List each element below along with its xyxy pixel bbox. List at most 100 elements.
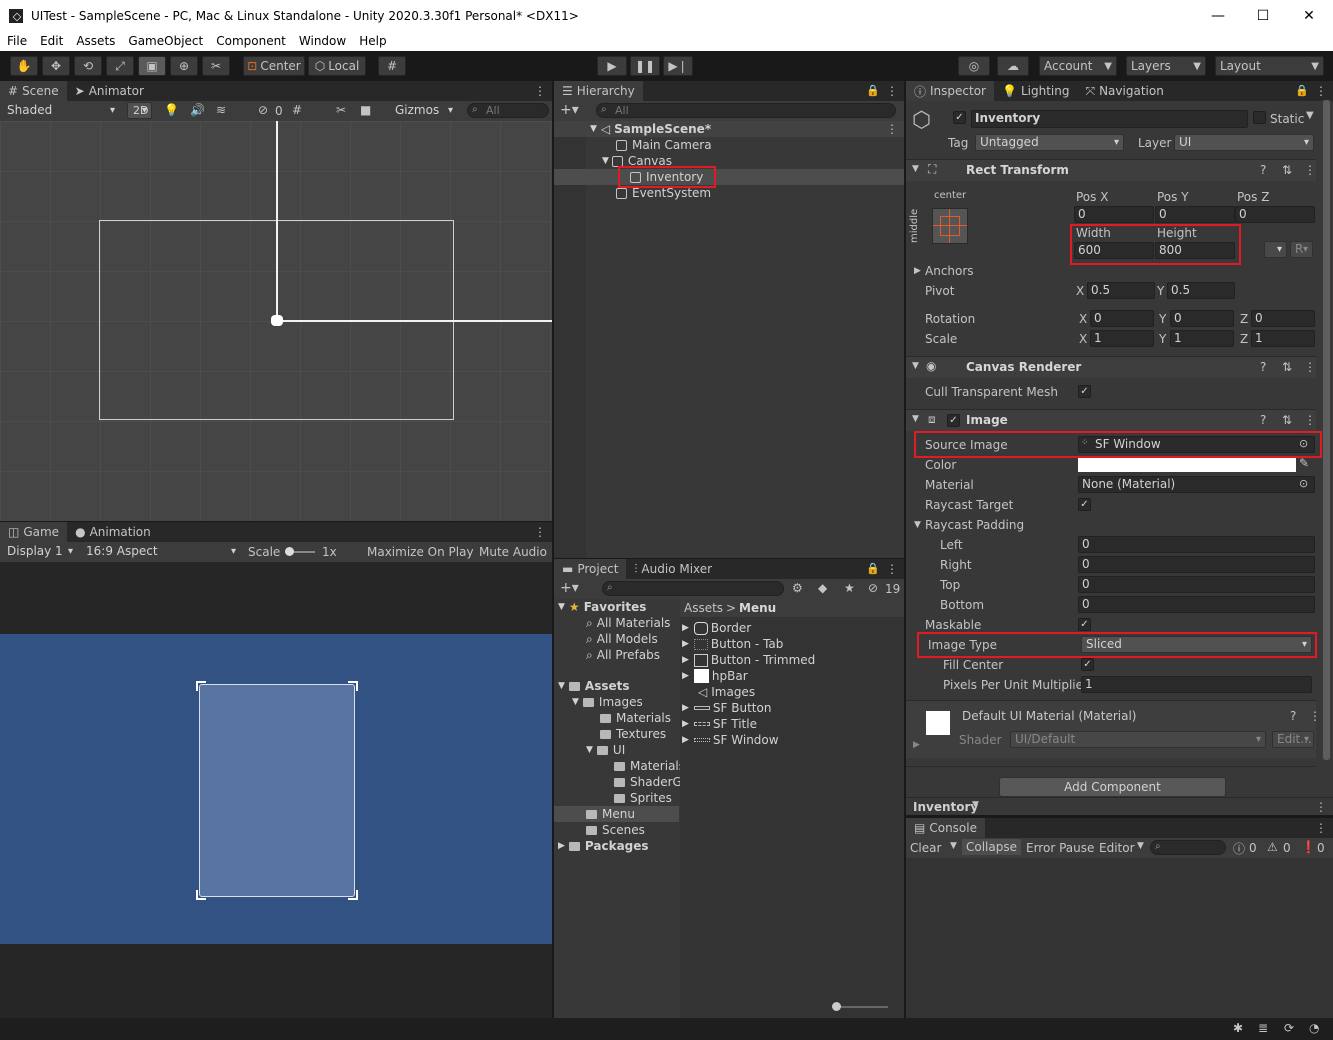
- pivot-y-field[interactable]: 0.5: [1167, 282, 1235, 299]
- layout-dropdown[interactable]: Layout ▼: [1215, 56, 1324, 76]
- custom-tool-icon[interactable]: ✂: [202, 56, 230, 76]
- hierarchy-item-main-camera[interactable]: Main Camera: [616, 137, 712, 153]
- hierarchy-search-input[interactable]: All: [596, 103, 896, 118]
- fav-all-prefabs[interactable]: ⌕ All Prefabs: [586, 647, 660, 663]
- inventory-gizmo[interactable]: [271, 315, 283, 326]
- tab-hierarchy[interactable]: ☰ Hierarchy: [554, 81, 643, 101]
- material-field[interactable]: None (Material): [1078, 476, 1315, 493]
- help-icon[interactable]: ?: [1260, 360, 1266, 374]
- file-sf-title[interactable]: ▶ SF Title: [682, 716, 757, 732]
- scale-z-field[interactable]: 1: [1251, 330, 1315, 347]
- more-options-icon[interactable]: ⋮: [534, 525, 546, 539]
- hidden-objects-icon[interactable]: ⊘: [258, 103, 268, 117]
- lock-icon[interactable]: 🔒: [866, 562, 880, 575]
- anchors-label[interactable]: Anchors: [925, 264, 974, 278]
- audio-toggle-icon[interactable]: 🔊: [190, 103, 205, 117]
- grid-toggle-icon[interactable]: #: [292, 103, 302, 117]
- eyedropper-icon[interactable]: ✎: [1299, 456, 1309, 470]
- tab-animation[interactable]: ● Animation: [67, 522, 159, 542]
- posx-field[interactable]: 0: [1074, 206, 1154, 223]
- file-images[interactable]: ◁ Images: [698, 684, 755, 700]
- scale-x-field[interactable]: 1: [1090, 330, 1154, 347]
- padding-left-field[interactable]: 0: [1078, 536, 1315, 553]
- anchor-preset-button[interactable]: [932, 208, 968, 244]
- aspect-dropdown[interactable]: 16:9 Aspect: [81, 543, 241, 560]
- more-options-icon[interactable]: ⋮: [1315, 821, 1327, 835]
- padding-top-field[interactable]: 0: [1078, 576, 1315, 593]
- rect-tool-icon[interactable]: ▣: [138, 56, 166, 76]
- favorites-node[interactable]: ▼ ★ Favorites: [558, 599, 646, 615]
- scene-viewport[interactable]: [0, 121, 552, 521]
- console-clear-button[interactable]: Clear: [910, 841, 941, 855]
- component-menu-icon[interactable]: ⋮: [1304, 163, 1316, 177]
- icon-size-slider-thumb[interactable]: [832, 1002, 841, 1011]
- static-label[interactable]: Static: [1270, 112, 1304, 126]
- scene-root[interactable]: ▼ ◁ SampleScene*: [590, 121, 711, 137]
- tab-console[interactable]: ▤ Console: [906, 818, 985, 838]
- scene-search-input[interactable]: All: [467, 103, 549, 118]
- console-error-pause-button[interactable]: Error Pause: [1026, 841, 1094, 855]
- progress-icon[interactable]: ◔: [1309, 1021, 1319, 1035]
- transform-tool-icon[interactable]: ⊕: [170, 56, 198, 76]
- game-viewport[interactable]: [0, 634, 552, 944]
- folder-materials[interactable]: Materials: [600, 710, 671, 726]
- pivot-x-field[interactable]: 0.5: [1087, 282, 1155, 299]
- file-hpbar[interactable]: ▶ hpBar: [682, 668, 748, 684]
- raw-edit-button[interactable]: R: [1290, 241, 1313, 258]
- hierarchy-item-eventsystem[interactable]: EventSystem: [616, 185, 711, 201]
- menu-assets[interactable]: Assets: [69, 34, 121, 48]
- scale-slider-thumb[interactable]: [285, 547, 294, 556]
- menu-gameobject[interactable]: GameObject: [121, 34, 209, 48]
- menu-window[interactable]: Window: [292, 34, 352, 48]
- maximize-on-play-toggle[interactable]: Maximize On Play: [367, 545, 474, 559]
- help-icon[interactable]: ?: [1260, 413, 1266, 427]
- file-sf-window[interactable]: ▶ SF Window: [682, 732, 779, 748]
- more-options-icon[interactable]: ⋮: [534, 84, 546, 98]
- hidden-packages-icon[interactable]: ⊘: [868, 581, 878, 595]
- expand-arrow-icon[interactable]: ▶: [913, 740, 920, 750]
- info-count-icon[interactable]: ⓘ: [1233, 840, 1245, 857]
- color-swatch[interactable]: [1078, 458, 1296, 472]
- play-button[interactable]: ▶: [597, 56, 627, 76]
- menu-help[interactable]: Help: [352, 34, 392, 48]
- bug-icon[interactable]: ✱: [1233, 1021, 1243, 1035]
- raycast-padding-label[interactable]: Raycast Padding: [925, 518, 1024, 532]
- tag-dropdown[interactable]: Untagged: [975, 134, 1124, 151]
- step-button[interactable]: ▶❘: [663, 56, 693, 76]
- chevron-down-icon[interactable]: ▼: [950, 841, 957, 851]
- selected-row[interactable]: [554, 169, 904, 185]
- console-editor-dropdown[interactable]: Editor: [1099, 841, 1135, 855]
- component-menu-icon[interactable]: ⋮: [1309, 709, 1321, 723]
- shader-edit-button[interactable]: Edit...: [1272, 731, 1314, 748]
- menu-edit[interactable]: Edit: [33, 34, 69, 48]
- tab-game[interactable]: ◫ Game: [0, 522, 68, 542]
- folder-ui[interactable]: ▼ UI: [586, 742, 625, 758]
- active-checkbox[interactable]: ✓: [953, 111, 966, 124]
- static-checkbox[interactable]: [1253, 111, 1266, 124]
- cloud-icon[interactable]: ☁: [997, 56, 1029, 76]
- folder-scenes[interactable]: Scenes: [586, 822, 645, 838]
- lighting-toggle-icon[interactable]: 💡: [164, 103, 179, 117]
- layer-dropdown[interactable]: UI: [1174, 134, 1314, 151]
- display-dropdown[interactable]: Display 1: [2, 543, 78, 560]
- add-icon[interactable]: +▾: [560, 580, 579, 596]
- object-picker-icon[interactable]: ⊙: [1299, 477, 1308, 490]
- layers-dropdown[interactable]: Layers ▼: [1126, 56, 1206, 76]
- file-border[interactable]: ▶ Border: [682, 620, 751, 636]
- folder-textures[interactable]: Textures: [600, 726, 666, 742]
- maximize-button[interactable]: ☐: [1240, 0, 1286, 31]
- lock-icon[interactable]: 🔒: [1295, 84, 1309, 97]
- tab-audio-mixer[interactable]: ⫶ Audio Mixer: [626, 559, 720, 579]
- file-button-tab[interactable]: ▶ Button - Tab: [682, 636, 783, 652]
- rect-transform-header[interactable]: ▼ ⛶ Rect Transform ? ⇅ ⋮: [906, 159, 1316, 181]
- console-search-input[interactable]: [1150, 840, 1226, 855]
- help-icon[interactable]: ?: [1260, 163, 1266, 177]
- inspector-scrollbar-thumb[interactable]: [1323, 100, 1330, 760]
- packages-node[interactable]: ▶ Packages: [558, 838, 649, 854]
- object-name-field[interactable]: Inventory: [971, 110, 1248, 128]
- padding-bottom-field[interactable]: 0: [1078, 596, 1315, 613]
- 2d-toggle[interactable]: 2D: [127, 102, 152, 119]
- expand-arrow-icon[interactable]: ▼: [914, 520, 921, 530]
- effects-toggle-icon[interactable]: ≋: [216, 103, 226, 117]
- folder-menu[interactable]: Menu: [586, 806, 635, 822]
